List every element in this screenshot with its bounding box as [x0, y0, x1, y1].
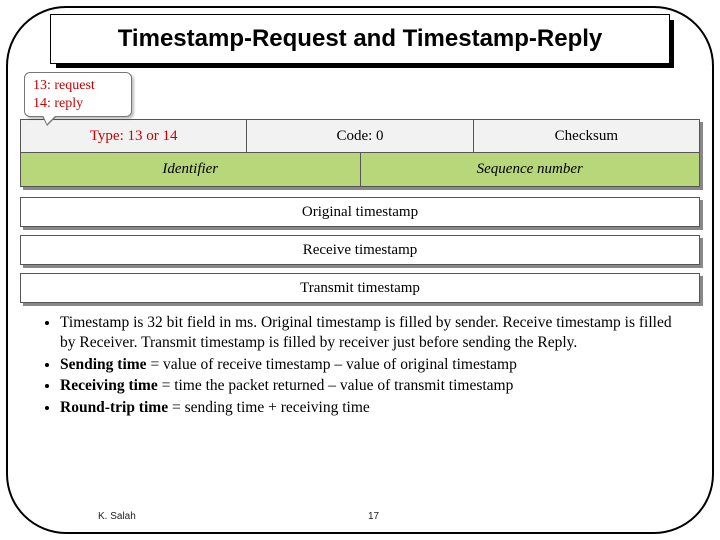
field-code: Code: 0	[246, 120, 472, 152]
field-code-label: Code: 0	[336, 128, 383, 145]
timestamp-rows: Original timestamp Receive timestamp Tra…	[20, 197, 700, 303]
bullet-3: Receiving time = time the packet returne…	[60, 376, 682, 396]
bullet-2-rest: = value of receive timestamp – value of …	[147, 356, 517, 373]
field-identifier: Identifier	[21, 153, 360, 186]
field-sequence: Sequence number	[360, 153, 700, 186]
type-callout: 13: request 14: reply	[24, 72, 132, 117]
callout-line-request: 13: request	[33, 77, 123, 95]
field-checksum-label: Checksum	[555, 128, 618, 145]
packet-header-row2: Identifier Sequence number	[20, 153, 700, 187]
bullet-2-lead: Sending time	[60, 356, 147, 373]
field-receive-timestamp: Receive timestamp	[20, 235, 700, 265]
footer-author: K. Salah	[98, 511, 136, 522]
callout-line-reply: 14: reply	[33, 95, 123, 113]
field-sequence-label: Sequence number	[477, 161, 583, 178]
bullet-4-rest: = sending time + receiving time	[168, 399, 370, 416]
bullet-1: Timestamp is 32 bit field in ms. Origina…	[60, 313, 682, 353]
field-type-label: Type: 13 or 14	[90, 128, 178, 145]
callout-tail	[42, 116, 57, 126]
bullet-3-rest: = time the packet returned – value of tr…	[158, 377, 514, 394]
field-original-timestamp: Original timestamp	[20, 197, 700, 227]
footer-page-number: 17	[368, 511, 379, 522]
bullet-4-lead: Round-trip time	[60, 399, 168, 416]
field-identifier-label: Identifier	[162, 161, 218, 178]
field-transmit-timestamp: Transmit timestamp	[20, 273, 700, 303]
type-callout-box: 13: request 14: reply	[24, 72, 132, 117]
bullet-4: Round-trip time = sending time + receivi…	[60, 398, 682, 418]
packet-header-row1: Type: 13 or 14 Code: 0 Checksum	[20, 119, 700, 153]
field-checksum: Checksum	[473, 120, 699, 152]
title-container: Timestamp-Request and Timestamp-Reply	[50, 14, 670, 64]
bullet-list: Timestamp is 32 bit field in ms. Origina…	[42, 313, 682, 418]
bullet-3-lead: Receiving time	[60, 377, 158, 394]
slide-title: Timestamp-Request and Timestamp-Reply	[118, 25, 603, 53]
bullet-2: Sending time = value of receive timestam…	[60, 355, 682, 375]
slide-content: Timestamp-Request and Timestamp-Reply 13…	[20, 14, 700, 526]
packet-diagram: 13: request 14: reply Type: 13 or 14 Cod…	[20, 72, 700, 303]
title-box: Timestamp-Request and Timestamp-Reply	[50, 14, 670, 64]
